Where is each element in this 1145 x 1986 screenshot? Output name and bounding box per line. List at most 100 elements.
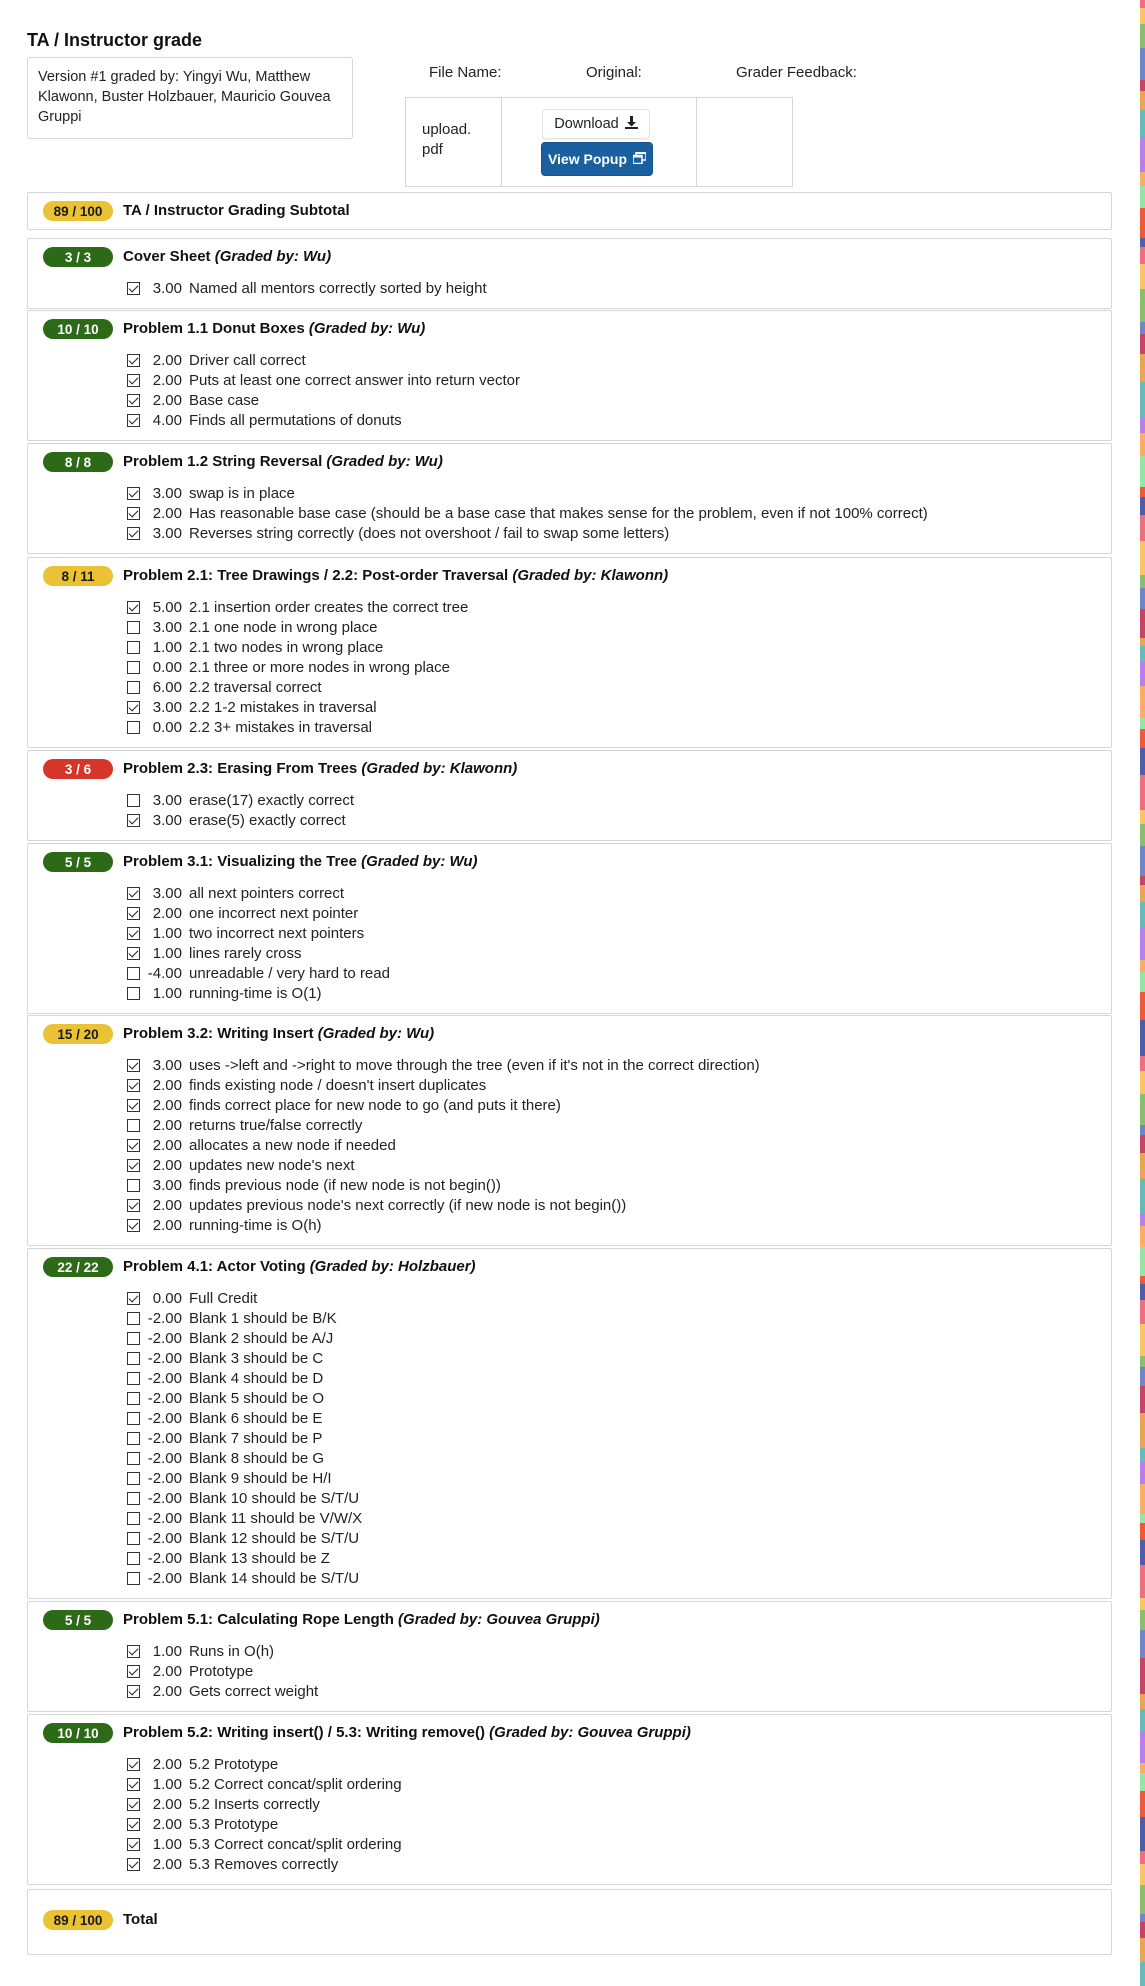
rubric-points: -4.00 <box>147 964 182 982</box>
rubric-item: -2.00 Blank 12 should be S/T/U <box>127 1528 362 1548</box>
rubric-label: Blank 1 should be B/K <box>189 1309 337 1327</box>
checked-checkbox[interactable] <box>127 1158 140 1172</box>
checked-checkbox[interactable] <box>127 1098 140 1112</box>
checked-checkbox[interactable] <box>127 413 140 427</box>
unchecked-checkbox[interactable] <box>127 966 140 980</box>
checked-checkbox[interactable] <box>127 1837 140 1851</box>
rubric-item: -2.00 Blank 8 should be G <box>127 1448 362 1468</box>
checked-checkbox[interactable] <box>127 1857 140 1871</box>
checked-checkbox[interactable] <box>127 1058 140 1072</box>
rubric-item: 2.00 allocates a new node if needed <box>127 1135 760 1155</box>
checked-checkbox[interactable] <box>127 1684 140 1698</box>
unchecked-checkbox[interactable] <box>127 1531 140 1545</box>
section-title: Problem 5.2: Writing insert() / 5.3: Wri… <box>123 1723 691 1743</box>
download-button[interactable]: Download <box>542 109 650 139</box>
section-title: Cover Sheet (Graded by: Wu) <box>123 247 331 267</box>
section-title: Problem 4.1: Actor Voting (Graded by: Ho… <box>123 1257 476 1277</box>
rubric-item: -4.00 unreadable / very hard to read <box>127 963 390 983</box>
section-title: Problem 5.1: Calculating Rope Length (Gr… <box>123 1610 600 1630</box>
grader-feedback-cell <box>696 97 793 187</box>
file-name-link[interactable]: upload. pdf <box>422 120 471 160</box>
checked-checkbox[interactable] <box>127 373 140 387</box>
section-grader: (Graded by: Holzbauer) <box>309 1258 476 1275</box>
checked-checkbox[interactable] <box>127 600 140 614</box>
checked-checkbox[interactable] <box>127 1777 140 1791</box>
rubric-list: 1.00 Runs in O(h) 2.00 Prototype 2.00 Gets co… <box>127 1641 318 1701</box>
rubric-label: erase(17) exactly correct <box>189 791 355 809</box>
rubric-points: 1.00 <box>152 1835 182 1853</box>
rubric-item: 3.00 Named all mentors correctly sorted b… <box>127 278 487 298</box>
checked-checkbox[interactable] <box>127 1797 140 1811</box>
unchecked-checkbox[interactable] <box>127 1511 140 1525</box>
checked-checkbox[interactable] <box>127 906 140 920</box>
unchecked-checkbox[interactable] <box>127 1351 140 1365</box>
checked-checkbox[interactable] <box>127 946 140 960</box>
rubric-points: 2.00 <box>152 1076 182 1094</box>
checked-checkbox[interactable] <box>127 353 140 367</box>
view-popup-button[interactable]: View Popup <box>541 142 653 176</box>
rubric-label: Runs in O(h) <box>189 1642 275 1660</box>
unchecked-checkbox[interactable] <box>127 1118 140 1132</box>
unchecked-checkbox[interactable] <box>127 793 140 807</box>
checked-checkbox[interactable] <box>127 1291 140 1305</box>
checked-checkbox[interactable] <box>127 1198 140 1212</box>
rubric-points: 2.00 <box>152 1755 182 1773</box>
rubric-label: Blank 8 should be G <box>189 1449 325 1467</box>
rubric-section: 10 / 10 Problem 1.1 Donut Boxes (Graded b… <box>27 310 1112 441</box>
rubric-item: 0.00 2.2 3+ mistakes in traversal <box>127 717 468 737</box>
unchecked-checkbox[interactable] <box>127 720 140 734</box>
unchecked-checkbox[interactable] <box>127 660 140 674</box>
checked-checkbox[interactable] <box>127 926 140 940</box>
rubric-item: -2.00 Blank 1 should be B/K <box>127 1308 362 1328</box>
checked-checkbox[interactable] <box>127 1218 140 1232</box>
unchecked-checkbox[interactable] <box>127 1391 140 1405</box>
unchecked-checkbox[interactable] <box>127 1411 140 1425</box>
checked-checkbox[interactable] <box>127 886 140 900</box>
unchecked-checkbox[interactable] <box>127 1471 140 1485</box>
unchecked-checkbox[interactable] <box>127 1311 140 1325</box>
checked-checkbox[interactable] <box>127 1664 140 1678</box>
rubric-item: 2.00 Prototype <box>127 1661 318 1681</box>
unchecked-checkbox[interactable] <box>127 680 140 694</box>
rubric-label: finds previous node (if new node is not … <box>189 1176 501 1194</box>
rubric-item: 5.00 2.1 insertion order creates the corr… <box>127 597 468 617</box>
unchecked-checkbox[interactable] <box>127 1371 140 1385</box>
checked-checkbox[interactable] <box>127 1138 140 1152</box>
unchecked-checkbox[interactable] <box>127 1491 140 1505</box>
checked-checkbox[interactable] <box>127 1644 140 1658</box>
unchecked-checkbox[interactable] <box>127 986 140 1000</box>
checked-checkbox[interactable] <box>127 1757 140 1771</box>
section-title-text: Cover Sheet <box>123 248 215 265</box>
unchecked-checkbox[interactable] <box>127 1331 140 1345</box>
rubric-list: 3.00 uses ->left and ->right to move thro… <box>127 1055 760 1235</box>
total-badge: 89 / 100 <box>43 1910 113 1930</box>
section-grader: (Graded by: Wu) <box>361 853 478 870</box>
rubric-section: 8 / 11 Problem 2.1: Tree Drawings / 2.2: … <box>27 557 1112 748</box>
checked-checkbox[interactable] <box>127 813 140 827</box>
checked-checkbox[interactable] <box>127 526 140 540</box>
unchecked-checkbox[interactable] <box>127 1178 140 1192</box>
rubric-list: 3.00 erase(17) exactly correct 3.00 erase(5… <box>127 790 354 830</box>
unchecked-checkbox[interactable] <box>127 1551 140 1565</box>
unchecked-checkbox[interactable] <box>127 640 140 654</box>
rubric-item: 2.00 Gets correct weight <box>127 1681 318 1701</box>
unchecked-checkbox[interactable] <box>127 620 140 634</box>
checked-checkbox[interactable] <box>127 700 140 714</box>
section-title-text: Problem 2.3: Erasing From Trees <box>123 760 362 777</box>
checked-checkbox[interactable] <box>127 506 140 520</box>
unchecked-checkbox[interactable] <box>127 1431 140 1445</box>
rubric-label: erase(5) exactly correct <box>189 811 346 829</box>
checked-checkbox[interactable] <box>127 393 140 407</box>
checked-checkbox[interactable] <box>127 1817 140 1831</box>
rubric-label: Full Credit <box>189 1289 258 1307</box>
rubric-points: 0.00 <box>152 658 182 676</box>
checked-checkbox[interactable] <box>127 281 140 295</box>
checked-checkbox[interactable] <box>127 486 140 500</box>
unchecked-checkbox[interactable] <box>127 1451 140 1465</box>
rubric-points: -2.00 <box>147 1329 182 1347</box>
grader-feedback-header: Grader Feedback: <box>736 64 857 81</box>
checked-checkbox[interactable] <box>127 1078 140 1092</box>
unchecked-checkbox[interactable] <box>127 1571 140 1585</box>
rubric-item: 2.00 5.2 Inserts correctly <box>127 1794 402 1814</box>
rubric-label: Blank 14 should be S/T/U <box>189 1569 360 1587</box>
